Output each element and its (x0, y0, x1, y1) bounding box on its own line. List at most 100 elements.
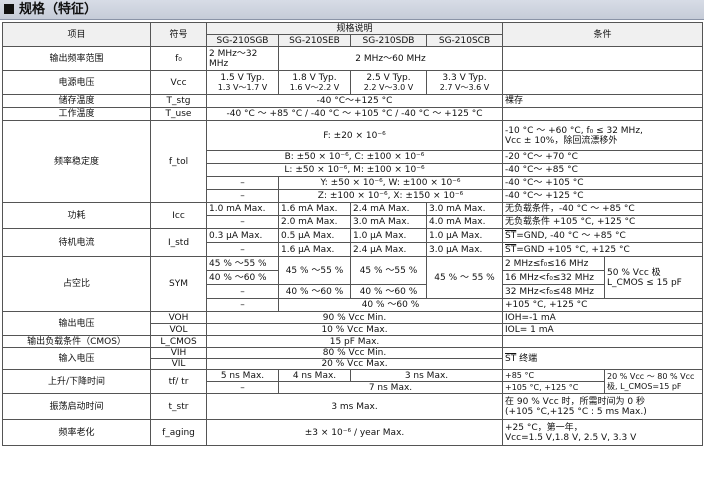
duty-value: 40 % ～60 % (278, 284, 351, 299)
voltage-typ: 1.5 V Typ. (220, 72, 265, 83)
row-symbol: tf/ tr (150, 369, 207, 394)
row-label: 占空比 (2, 256, 151, 312)
duty-value: 45 % ～55 % (278, 256, 351, 285)
row-symbol: L_CMOS (150, 335, 207, 348)
row-symbol: T_use (150, 107, 207, 121)
aging-value: ±3 × 10⁻⁶ / year Max. (205, 419, 504, 446)
header-spec-desc: 规格说明 (205, 22, 504, 35)
current-value: 3.0 mA Max. (425, 202, 504, 216)
row-symbol: I_std (150, 228, 207, 257)
cond-text: =GND +105 °C, +125 °C (516, 244, 630, 255)
row-symbol: VIH (150, 347, 207, 359)
voltage-range: 1.6 V～2.2 V (289, 82, 340, 92)
standby-value: – (206, 242, 279, 257)
voltage-typ: 3.3 V Typ. (442, 72, 487, 83)
standby-value: 1.6 μA Max. (278, 242, 351, 257)
operating-temp-value: -40 °C ～ +85 °C / -40 °C ～ +105 °C / -40… (205, 107, 504, 121)
input-voltage-low: 20 % Vcc Max. (205, 358, 504, 370)
rise-fall-value: 3 ns Max. (349, 369, 504, 382)
standby-cond: ST=GND +105 °C, +125 °C (502, 242, 704, 257)
section-title: 规格（特征） (19, 2, 98, 17)
spec-table: 项目 符号 规格说明 条件 SG-210SGB SG-210SEB SG-210… (2, 22, 704, 446)
duty-dash: – (206, 284, 279, 299)
aging-cond: +25 °C，第一年， Vcc=1.5 V,1.8 V, 2.5 V, 3.3 V (502, 419, 704, 446)
row-label: 输出负载条件（CMOS） (2, 335, 151, 348)
duty-value: 40 % ～60 % (206, 270, 279, 285)
freq-tol-cond-lm: -40 °C～ +85 °C (502, 163, 704, 177)
output-voltage-cond: IOH=-1 mA (502, 311, 704, 324)
output-voltage-low: 10 % Vcc Max. (205, 323, 504, 336)
row-symbol: Icc (150, 202, 207, 229)
standby-value: 1.0 μA Max. (350, 228, 427, 243)
freq-range-sgb: 2 MHz～32 MHz (206, 46, 279, 71)
row-label: 频率老化 (2, 419, 151, 446)
standby-value: 0.3 μA Max. (206, 228, 279, 243)
cell-empty (502, 335, 704, 348)
row-symbol: f_tol (150, 120, 207, 203)
rise-fall-cond: +105 °C, +125 °C (502, 381, 606, 394)
current-value: 1.0 mA Max. (206, 202, 279, 216)
cell-empty (502, 107, 704, 121)
current-value: 2.4 mA Max. (350, 202, 427, 216)
row-label: 输出电压 (2, 311, 151, 336)
row-label: 储存温度 (2, 94, 151, 108)
header-model: SG-210SGB (206, 34, 279, 47)
duty-value: 45 % ～ 55 % (425, 256, 504, 299)
rise-fall-cond: +85 °C (502, 369, 606, 382)
duty-cond: 32 MHz<f₀≤48 MHz (502, 284, 606, 299)
row-symbol: VOL (150, 323, 207, 336)
header-item: 项目 (2, 22, 151, 47)
row-label: 频率稳定度 (2, 120, 151, 203)
cond-line: 极, L_CMOS=15 pF (607, 381, 682, 391)
header-model: SG-210SEB (278, 34, 351, 47)
duty-cond-side: 50 % Vcc 极 L_CMOS ≤ 15 pF (604, 256, 704, 299)
current-value: 1.6 mA Max. (278, 202, 351, 216)
row-label: 输入电压 (2, 347, 151, 370)
duty-value: 40 % ～60 % (350, 284, 427, 299)
row-symbol: t_str (150, 393, 207, 420)
row-symbol: VIL (150, 358, 207, 370)
cell-empty (502, 46, 704, 71)
section-header: 规格（特征） (0, 0, 704, 20)
freq-tol-f: F: ±20 × 10⁻⁶ (205, 120, 504, 151)
current-value: 4.0 mA Max. (425, 215, 504, 229)
supply-voltage-cell: 3.3 V Typ. 2.7 V～3.6 V (425, 70, 504, 95)
duty-cond: 16 MHz<f₀≤32 MHz (502, 270, 606, 285)
current-cond: 无负载条件，-40 °C ～ +85 °C (502, 202, 704, 216)
cond-text: =GND, -40 °C ～ +85 °C (516, 230, 626, 241)
input-voltage-cond: ST 终端 (502, 347, 704, 370)
freq-tol-zx: Z: ±100 × 10⁻⁶, X: ±150 × 10⁻⁶ (277, 189, 504, 203)
rise-fall-side: 20 % Vcc ～ 80 % Vcc 极, L_CMOS=15 pF (604, 369, 704, 394)
freq-tol-cond-f: -10 °C ～ +60 °C, f₀ ≤ 32 MHz, Vcc ± 10%，除… (502, 120, 704, 151)
cell-empty (502, 70, 704, 95)
input-voltage-high: 80 % Vcc Min. (205, 347, 504, 359)
freq-tol-lm: L: ±50 × 10⁻⁶, M: ±100 × 10⁻⁶ (205, 163, 504, 177)
cond-line: (+105 °C,+125 °C : 5 ms Max.) (505, 406, 647, 417)
header-model: SG-210SCB (425, 34, 504, 47)
duty-value: 45 % ～55 % (206, 256, 279, 271)
row-symbol: VOH (150, 311, 207, 324)
duty-value: 40 % ～60 % (277, 298, 504, 312)
duty-cond: 2 MHz≤f₀≤16 MHz (502, 256, 606, 271)
row-label: 功耗 (2, 202, 151, 229)
startup-cond: 在 90 % Vcc 时，所需时间为 0 秒 (+105 °C,+125 °C :… (502, 393, 704, 420)
storage-temp-condition: 裸存 (502, 94, 704, 108)
freq-tol-yw: Y: ±50 × 10⁻⁶, W: ±100 × 10⁻⁶ (277, 176, 504, 190)
cond-line: Vcc=1.5 V,1.8 V, 2.5 V, 3.3 V (505, 432, 637, 443)
startup-value: 3 ms Max. (205, 393, 504, 420)
row-symbol: T_stg (150, 94, 207, 108)
freq-tol-dash: – (206, 176, 279, 190)
cond-text: 终端 (516, 353, 538, 364)
current-cond: 无负载条件 +105 °C, +125 °C (502, 215, 704, 229)
row-symbol: f_aging (150, 419, 207, 446)
cond-line: L_CMOS ≤ 15 pF (607, 277, 682, 288)
current-value: 3.0 mA Max. (350, 215, 427, 229)
voltage-range: 2.7 V～3.6 V (439, 82, 490, 92)
row-label: 上升/下降时间 (2, 369, 151, 394)
rise-fall-value: 5 ns Max. (206, 369, 279, 382)
st-pin: ST (505, 230, 517, 241)
freq-tol-cond-bc: -20 °C～ +70 °C (502, 150, 704, 164)
load-value: 15 pF Max. (205, 335, 504, 348)
st-pin: ST (505, 244, 517, 255)
voltage-range: 2.2 V～3.0 V (363, 82, 414, 92)
